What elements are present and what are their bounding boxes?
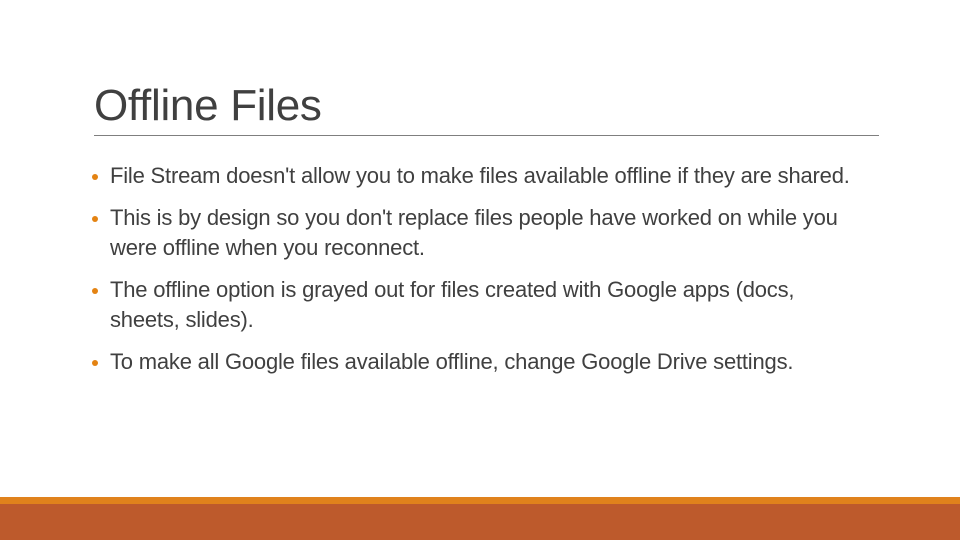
bullet-dot-icon [92,216,98,222]
bullet-item: This is by design so you don't replace f… [0,203,850,263]
bullet-item: File Stream doesn't allow you to make fi… [0,161,850,191]
bullet-text: The offline option is grayed out for fil… [110,277,795,332]
footer-accent-stripe [0,497,960,504]
bullet-list: File Stream doesn't allow you to make fi… [0,161,900,389]
bullet-text: This is by design so you don't replace f… [110,205,838,260]
bullet-dot-icon [92,174,98,180]
bullet-text: To make all Google files available offli… [110,349,794,374]
bullet-dot-icon [92,288,98,294]
bullet-text: File Stream doesn't allow you to make fi… [110,163,850,188]
title-divider [94,135,879,136]
bullet-item: To make all Google files available offli… [0,347,850,377]
slide-title: Offline Files [94,81,322,130]
bullet-item: The offline option is grayed out for fil… [0,275,850,335]
footer-band [0,504,960,540]
slide: Offline Files File Stream doesn't allow … [0,0,960,540]
bullet-dot-icon [92,360,98,366]
